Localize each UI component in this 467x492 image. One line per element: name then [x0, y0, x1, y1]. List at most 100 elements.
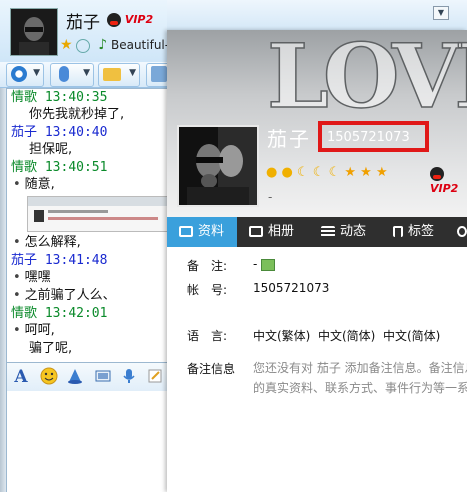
profile-info: 备 注: - 帐 号: 1505721073 语 言: 中文(繁体) 中文(简体… [167, 247, 467, 492]
message-text-content: 怎么解释, [24, 235, 81, 250]
status-row: ★ ♪ Beautiful-l [60, 37, 172, 53]
more-icon [457, 226, 467, 237]
image-detail [48, 217, 158, 220]
font-icon[interactable]: A [11, 367, 31, 387]
tab-album[interactable]: 相册 [249, 217, 294, 247]
id-card-icon [179, 226, 193, 237]
qq-penguin-icon [430, 166, 444, 181]
message-text: 你先我就秒掉了, [7, 106, 167, 124]
message-history[interactable]: 情歌 13:40:35 你先我就秒掉了, 茄子 13:40:40 担保呢, 情歌 13:… [6, 88, 168, 364]
vip-badge[interactable]: VIP2 [107, 12, 153, 27]
profile-panel: LOVE LOVE 茄子 1505721073 ● ● ☾ ☾ ☾ ★ ★ ★ [167, 30, 467, 492]
star-icon: ★ [60, 37, 73, 53]
profile-name: 茄子 [267, 127, 311, 151]
tab-feed[interactable]: 动态 [321, 217, 366, 247]
remark-info-label: 备注信息 [187, 362, 236, 376]
message-text-content: 之前骗了人么、 [24, 288, 116, 303]
vip-label: VIP2 [124, 13, 154, 26]
photo-icon [249, 226, 263, 237]
message-text: • 随意, [7, 176, 167, 194]
send-file-button[interactable]: ▼ [98, 63, 140, 87]
sender-name[interactable]: 情歌 [11, 306, 37, 321]
voice-message-icon[interactable] [119, 367, 139, 387]
chevron-down-icon[interactable]: ▼ [129, 68, 136, 78]
message-text: • 呵呵, [7, 322, 167, 340]
message-header: 茄子 13:41:48 [7, 252, 167, 269]
edit-icon[interactable] [261, 258, 276, 271]
panel-menu-button[interactable]: ▼ [433, 6, 449, 20]
message-text-content: 呵呵, [24, 323, 55, 338]
message-header: 情歌 13:40:35 [7, 89, 167, 106]
input-toolbar: A [6, 362, 168, 392]
red-highlight-box [318, 121, 429, 152]
contact-avatar[interactable] [10, 8, 58, 56]
tab-tags[interactable]: 标签 [393, 217, 434, 247]
message-input[interactable] [6, 391, 167, 492]
sender-name[interactable]: 情歌 [11, 160, 37, 175]
profile-signature: - [268, 190, 273, 204]
qq-penguin-icon [107, 12, 121, 27]
message-time: 13:40:40 [44, 125, 108, 140]
profile-vip-badge[interactable]: VIP2 [430, 166, 467, 195]
message-image[interactable] [27, 196, 167, 232]
remark-label: 备 注: [187, 259, 228, 273]
screen-capture-icon[interactable] [93, 367, 113, 387]
image-detail [34, 210, 44, 222]
message-text-content: 嘿嘿 [24, 270, 51, 285]
account-label: 帐 号: [187, 283, 228, 297]
bullet-icon: • [13, 288, 21, 303]
remark-value-text: - [253, 257, 258, 271]
video-call-button[interactable]: ▼ [6, 63, 44, 87]
note-icon[interactable] [145, 367, 165, 387]
shake-icon[interactable] [65, 367, 85, 387]
bullet-icon: • [13, 177, 21, 192]
emoji-icon[interactable] [39, 367, 59, 387]
vip-label: VIP2 [430, 181, 459, 195]
message-text: 骗了呢, [7, 340, 167, 358]
message-header: 茄子 13:40:40 [7, 124, 167, 141]
profile-header: LOVE LOVE 茄子 1505721073 ● ● ☾ ☾ ☾ ★ ★ ★ [167, 30, 467, 217]
cover-love-outline: LOVE [266, 30, 467, 129]
sender-name[interactable]: 情歌 [11, 90, 37, 105]
profile-tab-bar: 资料 相册 动态 标签 [167, 217, 467, 247]
remark-value[interactable]: - [253, 257, 276, 271]
qq-level-icons[interactable]: ● ● ☾ ☾ ☾ ★ ★ ★ [266, 165, 388, 180]
tab-label: 标签 [408, 224, 435, 239]
sun-icon: ● [281, 165, 293, 180]
level-icon [76, 38, 91, 53]
chevron-down-icon[interactable]: ▼ [83, 68, 90, 78]
message-text-content: 担保呢, [29, 142, 73, 157]
star-icon: ★ [344, 165, 357, 180]
voice-call-button[interactable]: ▼ [50, 63, 94, 87]
sender-name[interactable]: 茄子 [11, 125, 37, 140]
language-label: 语 言: [187, 329, 228, 343]
remark-info-line-2: 的真实资料、联系方式、事件行为等一系 [253, 381, 467, 395]
microphone-icon [59, 66, 69, 82]
app-icon [151, 66, 167, 82]
folder-icon [103, 68, 121, 81]
list-icon [321, 226, 335, 237]
music-note-icon: ♪ [98, 37, 108, 53]
message-text-content: 骗了呢, [29, 341, 73, 356]
profile-panel-topbar [167, 0, 467, 30]
bullet-icon: • [13, 323, 21, 338]
language-value: 中文(繁体) 中文(简体) 中文(简体) [253, 329, 441, 343]
remark-info-line-1: 您还没有对 茄子 添加备注信息。备注信息 [253, 361, 467, 375]
moon-icon: ☾ [296, 165, 309, 180]
message-text: • 嘿嘿 [7, 269, 167, 287]
chevron-down-icon[interactable]: ▼ [33, 68, 40, 78]
message-time: 13:40:51 [44, 160, 108, 175]
status-signature[interactable]: Beautiful-l [111, 38, 172, 52]
tab-profile[interactable]: 资料 [167, 217, 237, 247]
account-value: 1505721073 [253, 281, 330, 295]
image-detail [48, 210, 108, 213]
sender-name[interactable]: 茄子 [11, 253, 37, 268]
profile-avatar[interactable] [177, 125, 259, 207]
tab-more[interactable] [457, 217, 467, 247]
moon-icon: ☾ [312, 165, 325, 180]
bullet-icon: • [13, 270, 21, 285]
tab-label: 动态 [340, 224, 367, 239]
message-text: 担保呢, [7, 141, 167, 159]
message-header: 情歌 13:42:01 [7, 305, 167, 322]
message-text: • 之前骗了人么、 [7, 287, 167, 305]
